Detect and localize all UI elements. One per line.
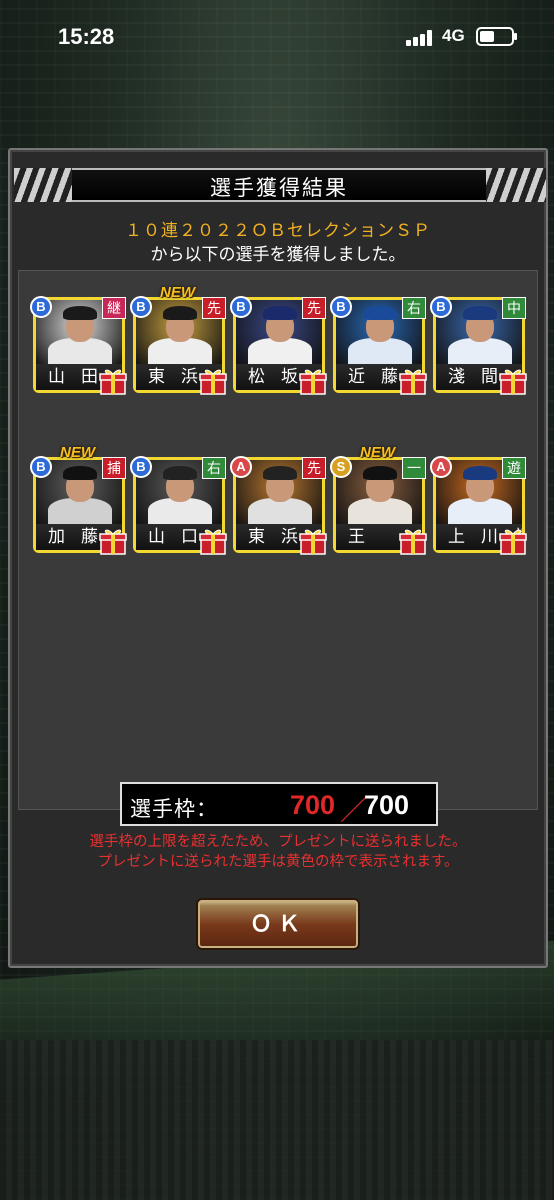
position-badge: 先	[202, 297, 226, 319]
new-label: NEW	[60, 444, 95, 461]
player-frame-slash: ／	[340, 796, 367, 827]
gift-icon	[498, 526, 528, 556]
rank-badge: B	[430, 296, 452, 318]
dialog-title: 選手獲得結果	[210, 176, 348, 200]
network-label: 4G	[442, 26, 465, 45]
status-bar: 15:28 4G	[0, 0, 554, 74]
player-frame-current: 700	[290, 790, 336, 820]
player-card[interactable]: 山口 B 右	[130, 456, 228, 556]
rank-badge: B	[330, 296, 352, 318]
position-badge: 先	[302, 457, 326, 479]
position-badge: 捕	[102, 457, 126, 479]
ok-button[interactable]: ＯＫ	[196, 898, 360, 950]
player-card[interactable]: 近藤 B 右	[330, 296, 428, 396]
result-dialog: 選手獲得結果 １０連２０２２ＯＢセレクションＳＰ から以下の選手を獲得しました。…	[8, 148, 548, 968]
position-badge: 遊	[502, 457, 526, 479]
player-card[interactable]: 松坂 B 先	[230, 296, 328, 396]
rank-badge: S	[330, 456, 352, 478]
player-card[interactable]: 加藤 B 捕 NEW	[30, 444, 128, 556]
title-bar: 選手獲得結果	[72, 168, 486, 202]
player-card[interactable]: 王 S 一 NEW	[330, 444, 428, 556]
gift-icon	[398, 526, 428, 556]
rank-badge: B	[130, 456, 152, 478]
position-badge: 中	[502, 297, 526, 319]
player-card[interactable]: 淺間 B 中	[430, 296, 528, 396]
player-card[interactable]: 東浜 A 先	[230, 456, 328, 556]
gift-icon	[298, 366, 328, 396]
player-frame-label: 選手枠：	[130, 797, 218, 821]
gift-icon	[398, 366, 428, 396]
rank-badge: B	[30, 296, 52, 318]
rank-badge: B	[230, 296, 252, 318]
crowd-background	[0, 1040, 554, 1200]
position-badge: 一	[402, 457, 426, 479]
rank-badge: A	[430, 456, 452, 478]
position-badge: 右	[402, 297, 426, 319]
new-label: NEW	[160, 284, 195, 301]
player-card[interactable]: 山田 B 継	[30, 296, 128, 396]
player-card[interactable]: 上川畑A遊	[430, 456, 528, 556]
player-frame-box: 選手枠： 700 ／ 700	[120, 782, 438, 827]
position-badge: 先	[302, 297, 326, 319]
player-frame-max: 700	[364, 790, 410, 820]
players-panel: 山田 B 継東浜 B 先 NEW 松坂 B 先近藤 B 右淺間 B 中加藤 B 捕 NEW 山口 B 右東浜 A 先王 S…	[18, 270, 538, 810]
rank-badge: B	[130, 296, 152, 318]
gift-icon	[198, 366, 228, 396]
notice-line-2: プレゼントに送られた選手は黄色の枠で表示されます。	[97, 854, 459, 870]
new-label: NEW	[360, 444, 395, 461]
gift-icon	[98, 366, 128, 396]
gift-icon	[198, 526, 228, 556]
gift-icon	[298, 526, 328, 556]
battery-icon	[476, 27, 517, 46]
position-badge: 継	[102, 297, 126, 319]
gift-icon	[98, 526, 128, 556]
signal-icon	[406, 30, 434, 46]
result-subtitle: から以下の選手を獲得しました。	[150, 245, 406, 265]
position-badge: 右	[202, 457, 226, 479]
title-stripe-right	[486, 168, 546, 202]
gift-icon	[498, 366, 528, 396]
player-card[interactable]: 東浜 B 先 NEW	[130, 284, 228, 396]
rank-badge: A	[230, 456, 252, 478]
status-time: 15:28	[58, 24, 115, 49]
notice-line-1: 選手枠の上限を超えたため、プレゼントに送られました。	[89, 834, 467, 850]
title-stripe-left	[14, 168, 74, 202]
gacha-name: １０連２０２２ＯＢセレクションＳＰ	[125, 221, 431, 241]
rank-badge: B	[30, 456, 52, 478]
